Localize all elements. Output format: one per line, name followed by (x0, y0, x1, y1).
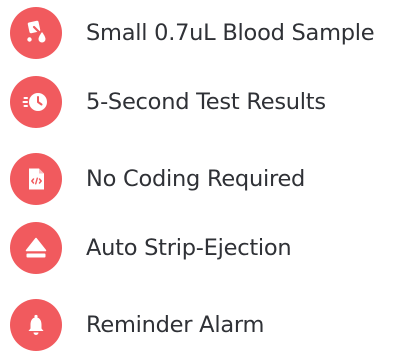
feature-list: Small 0.7uL Blood Sample 5-Second Test R… (0, 0, 410, 351)
feature-item-no-coding: No Coding Required (10, 153, 305, 205)
feature-label: 5-Second Test Results (86, 88, 326, 115)
feature-item-test-results: 5-Second Test Results (10, 76, 326, 128)
feature-label: Small 0.7uL Blood Sample (86, 19, 375, 46)
feature-label: No Coding Required (86, 165, 306, 192)
feature-label: Auto Strip-Ejection (86, 234, 292, 261)
eject-icon (10, 222, 62, 274)
blood-drop-strip-icon (10, 7, 62, 59)
feature-item-reminder-alarm: Reminder Alarm (10, 299, 264, 351)
feature-item-strip-ejection: Auto Strip-Ejection (10, 222, 292, 274)
bell-icon (10, 299, 62, 351)
feature-label: Reminder Alarm (86, 311, 265, 338)
code-file-icon (10, 153, 62, 205)
fast-clock-icon (10, 76, 62, 128)
feature-item-blood-sample: Small 0.7uL Blood Sample (10, 7, 375, 59)
